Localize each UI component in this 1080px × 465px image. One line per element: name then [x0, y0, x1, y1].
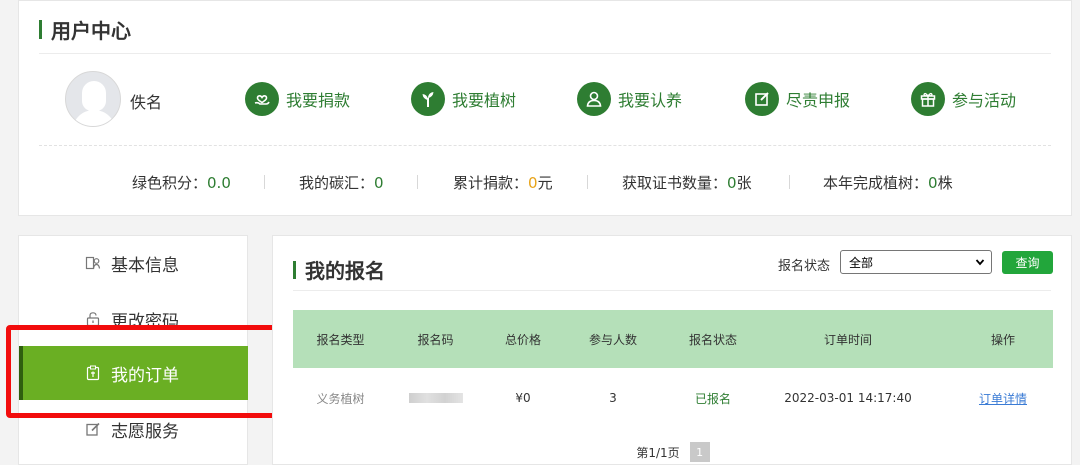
- stat-divider: [264, 175, 265, 189]
- cell-count: 3: [609, 391, 617, 405]
- query-button[interactable]: 查询: [1002, 251, 1053, 274]
- stat-carbon: 我的碳汇：0: [299, 172, 384, 193]
- join-activity-button[interactable]: 参与活动: [911, 82, 1016, 116]
- stat-value: 0: [374, 174, 384, 192]
- status-filter-value: 全部: [849, 255, 874, 270]
- stat-value: 0: [528, 174, 538, 192]
- stat-value: 0: [928, 174, 938, 192]
- sidebar-item-basic-info[interactable]: 基本信息: [19, 236, 248, 290]
- gift-icon: [911, 82, 945, 116]
- duty-report-label: 尽责申报: [786, 91, 851, 110]
- stat-label: 我的碳汇：: [299, 174, 375, 192]
- clipboard-icon: [85, 365, 101, 381]
- cell-code: [388, 368, 483, 428]
- avatar[interactable]: [65, 71, 121, 127]
- column-header: 操作: [990, 332, 1015, 347]
- sidebar-item-my-orders[interactable]: 我的订单: [19, 346, 248, 400]
- lock-icon: [85, 311, 101, 327]
- sidebar-item-label: 基本信息: [111, 255, 179, 276]
- title-accent-bar: [293, 260, 296, 279]
- user-center-title: 用户中心: [39, 15, 131, 44]
- status-filter-label: 报名状态: [778, 259, 831, 274]
- user-center-title-text: 用户中心: [51, 19, 131, 43]
- divider: [39, 53, 1051, 54]
- user-center-panel: 用户中心 佚名 我要捐款 我要植树 我要认养 尽责申报 参与活动 绿色积分：0.…: [18, 0, 1072, 216]
- stat-donation: 累计捐款：0元: [453, 172, 553, 193]
- redacted-code: [408, 393, 463, 403]
- tree-icon: [411, 82, 445, 116]
- order-details-link[interactable]: 订单详情: [979, 390, 1027, 407]
- avatar-head: [82, 81, 106, 111]
- duty-report-button[interactable]: 尽责申报: [745, 82, 850, 116]
- stat-unit: 张: [736, 174, 752, 192]
- dashed-divider: [39, 145, 1051, 146]
- edit-icon: [745, 82, 779, 116]
- divider: [293, 290, 1051, 291]
- donate-button[interactable]: 我要捐款: [245, 82, 350, 116]
- stat-divider: [789, 175, 790, 189]
- plant-tree-button[interactable]: 我要植树: [411, 82, 516, 116]
- chevron-down-icon: [975, 256, 985, 271]
- cell-time: 2022-03-01 14:17:40: [784, 391, 912, 405]
- sidebar-item-label: 更改密码: [111, 311, 179, 332]
- column-header: 报名状态: [688, 332, 737, 347]
- stat-value: 0.0: [207, 174, 231, 192]
- cell-status: 已报名: [694, 391, 731, 406]
- table-header: 报名类型 报名码 总价格 参与人数 报名状态 订单时间 操作: [293, 310, 1053, 368]
- column-header: 报名码: [417, 332, 454, 347]
- plant-tree-label: 我要植树: [452, 91, 517, 110]
- stat-unit: 元: [537, 174, 553, 192]
- join-activity-label: 参与活动: [952, 91, 1017, 110]
- stat-trees-planted: 本年完成植树：0株: [823, 172, 953, 193]
- page-title: 我的报名: [293, 255, 385, 284]
- stat-divider: [417, 175, 418, 189]
- sidebar-item-label: 我的订单: [111, 365, 179, 386]
- person-icon: [577, 82, 611, 116]
- pagination: 第1/1页 1: [273, 442, 1073, 462]
- heart-hand-icon: [245, 82, 279, 116]
- page-info: 第1/1页: [636, 445, 680, 460]
- stat-certificates: 获取证书数量：0张: [622, 172, 752, 193]
- column-header: 参与人数: [588, 332, 637, 347]
- sidebar: 基本信息 更改密码 我的订单 志愿服务: [18, 235, 248, 465]
- page-button[interactable]: 1: [689, 442, 710, 462]
- stat-green-points: 绿色积分：0.0: [132, 172, 231, 193]
- username: 佚名: [130, 93, 163, 112]
- edit-icon: [85, 421, 101, 437]
- sidebar-item-label: 志愿服务: [111, 421, 179, 442]
- cell-action: 订单详情: [933, 368, 1073, 428]
- stat-label: 本年完成植树：: [823, 174, 929, 192]
- donate-label: 我要捐款: [286, 91, 351, 110]
- stat-unit: 株: [937, 174, 953, 192]
- page-title-text: 我的报名: [305, 259, 385, 283]
- sidebar-item-change-password[interactable]: 更改密码: [19, 292, 248, 346]
- status-filter-select[interactable]: 全部: [840, 250, 992, 274]
- title-accent-bar: [39, 20, 42, 39]
- column-header: 订单时间: [823, 332, 872, 347]
- adopt-button[interactable]: 我要认养: [577, 82, 682, 116]
- profile-card-icon: [85, 255, 101, 271]
- stat-label: 累计捐款：: [453, 174, 529, 192]
- stat-divider: [587, 175, 588, 189]
- cell-price: ¥0: [515, 391, 531, 405]
- column-header: 总价格: [504, 332, 541, 347]
- sidebar-item-volunteer[interactable]: 志愿服务: [19, 402, 248, 456]
- avatar-body: [72, 110, 116, 126]
- stat-label: 绿色积分：: [132, 174, 208, 192]
- stat-label: 获取证书数量：: [622, 174, 728, 192]
- stat-value: 0: [727, 174, 737, 192]
- my-registration-panel: 我的报名 报名状态 全部 查询 报名类型 报名码 总价格 参与人数 报名状态 订…: [272, 235, 1072, 465]
- adopt-label: 我要认养: [618, 91, 683, 110]
- column-header: 报名类型: [316, 332, 365, 347]
- cell-type: 义务植树: [316, 391, 365, 406]
